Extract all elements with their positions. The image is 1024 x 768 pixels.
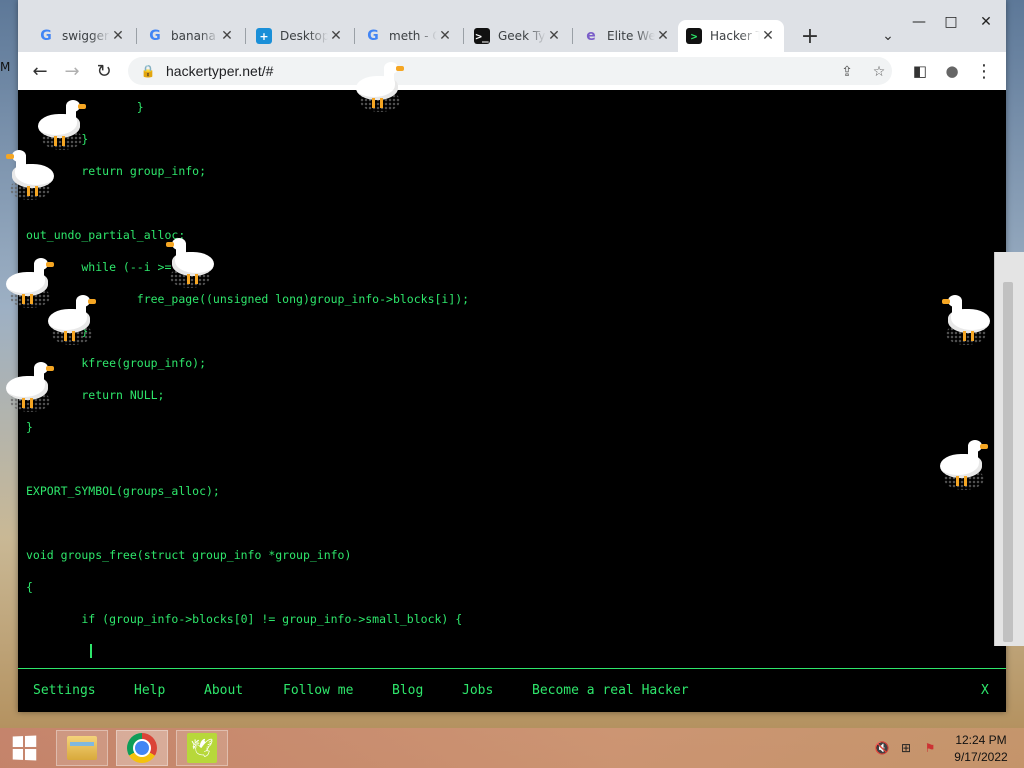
close-footer-button[interactable]: X — [981, 683, 989, 698]
action-center-flag-icon[interactable]: ⚑ — [922, 740, 938, 756]
code-line: { — [26, 580, 33, 594]
chrome-icon — [127, 733, 157, 763]
follow-me-link[interactable]: Follow me — [283, 683, 353, 698]
share-icon[interactable]: ⇪ — [838, 63, 856, 81]
network-icon[interactable]: ⊞ — [898, 740, 914, 756]
reload-button[interactable]: ↻ — [90, 57, 118, 85]
new-tab-button[interactable]: + — [796, 22, 824, 50]
goose-sprite — [934, 440, 994, 490]
close-tab-icon[interactable]: ✕ — [110, 28, 126, 44]
file-explorer-icon — [67, 736, 97, 760]
desktop-goose-icon: 🕊 — [187, 733, 217, 763]
code-line: void groups_free(struct group_info *grou… — [26, 548, 352, 562]
browser-menu-button[interactable]: ⋮ — [970, 57, 998, 85]
goose-sprite — [160, 238, 220, 288]
tab-swiggers[interactable]: G swiggers ✕ — [30, 20, 134, 52]
tab-banana[interactable]: G banana ✕ — [139, 20, 243, 52]
help-link[interactable]: Help — [134, 683, 165, 698]
url-text[interactable]: hackertyper.net/# — [166, 63, 273, 79]
maximize-button[interactable]: □ — [936, 8, 966, 36]
tab-separator — [463, 28, 464, 44]
hacker-terminal-icon: > — [686, 28, 702, 44]
bookmark-star-icon[interactable]: ☆ — [870, 63, 888, 81]
goose-sprite — [0, 362, 60, 412]
goose-sprite — [350, 62, 410, 112]
tab-title: Hacker T — [710, 29, 760, 43]
tab-title: meth - G — [389, 29, 437, 43]
tab-elite[interactable]: e Elite We ✕ — [575, 20, 679, 52]
close-tab-icon[interactable]: ✕ — [437, 28, 453, 44]
windows-logo-icon — [12, 735, 37, 761]
start-button[interactable] — [8, 730, 40, 766]
forward-button[interactable]: → — [58, 57, 86, 85]
tab-separator — [245, 28, 246, 44]
desktop-app-icon: + — [256, 28, 272, 44]
tab-geek-typer[interactable]: >_ Geek Typ ✕ — [466, 20, 570, 52]
jobs-link[interactable]: Jobs — [462, 683, 493, 698]
browser-toolbar: ← → ↻ 🔒 hackertyper.net/# ⇪ ☆ ◧ ● ⋮ — [18, 52, 1006, 90]
goose-sprite — [936, 295, 996, 345]
close-tab-icon[interactable]: ✕ — [219, 28, 235, 44]
background-window-scrollbar[interactable] — [994, 252, 1024, 646]
tab-desktop[interactable]: + Desktop ✕ — [248, 20, 352, 52]
goose-sprite — [32, 100, 92, 150]
settings-link[interactable]: Settings — [33, 683, 96, 698]
side-panel-button[interactable]: ◧ — [906, 57, 934, 85]
back-button[interactable]: ← — [26, 57, 54, 85]
goose-sprite — [42, 295, 102, 345]
code-line: EXPORT_SYMBOL(groups_alloc); — [26, 484, 220, 498]
blog-link[interactable]: Blog — [392, 683, 423, 698]
tab-title: swiggers — [62, 29, 110, 43]
taskbar-file-explorer[interactable] — [56, 730, 108, 766]
terminal-icon: >_ — [474, 28, 490, 44]
hacker-typer-page[interactable]: } } return group_info; out_undo_partial_a… — [18, 90, 1006, 712]
profile-avatar[interactable]: ● — [938, 57, 966, 85]
tab-meth[interactable]: G meth - G ✕ — [357, 20, 461, 52]
code-line: if (group_info->blocks[0] != group_info-… — [26, 612, 463, 626]
about-link[interactable]: About — [204, 683, 243, 698]
taskbar-chrome[interactable] — [116, 730, 168, 766]
minimize-button[interactable]: — — [904, 8, 934, 36]
scrollbar-thumb[interactable] — [1003, 282, 1013, 642]
tab-separator — [136, 28, 137, 44]
taskbar-clock[interactable]: 12:24 PM 9/17/2022 — [944, 732, 1018, 766]
close-tab-icon[interactable]: ✕ — [546, 28, 562, 44]
text-cursor — [90, 644, 92, 658]
lock-icon[interactable]: 🔒 — [140, 64, 156, 78]
tab-strip: G swiggers ✕ G banana ✕ + Desktop ✕ G me… — [18, 0, 1006, 52]
close-window-button[interactable]: ✕ — [968, 8, 1004, 36]
tab-title: banana — [171, 29, 216, 43]
tab-search-button[interactable]: ⌄ — [874, 22, 902, 50]
tab-hacker-typer[interactable]: > Hacker T ✕ — [678, 20, 784, 52]
tab-separator — [572, 28, 573, 44]
tab-separator — [354, 28, 355, 44]
google-icon: G — [367, 28, 379, 44]
clock-date: 9/17/2022 — [954, 750, 1008, 764]
desktop-edge-text: M — [0, 60, 11, 74]
volume-muted-icon[interactable]: 🔇 — [874, 740, 890, 756]
page-footer: Settings Help About Follow me Blog Jobs … — [18, 668, 1006, 712]
become-hacker-link[interactable]: Become a real Hacker — [532, 683, 689, 698]
elite-icon: e — [586, 28, 596, 44]
close-tab-icon[interactable]: ✕ — [760, 28, 776, 44]
windows-taskbar: 🕊 — [0, 728, 1024, 768]
close-tab-icon[interactable]: ✕ — [328, 28, 344, 44]
google-icon: G — [149, 28, 161, 44]
taskbar-desktop-goose[interactable]: 🕊 — [176, 730, 228, 766]
tab-title: Elite We — [607, 29, 655, 43]
code-line: } — [26, 420, 33, 434]
clock-time: 12:24 PM — [955, 733, 1007, 747]
address-bar[interactable]: 🔒 hackertyper.net/# ⇪ ☆ — [128, 57, 892, 85]
goose-sprite — [0, 150, 60, 200]
code-output[interactable]: } } return group_info; out_undo_partial_a… — [26, 90, 996, 668]
tab-title: Desktop — [280, 29, 328, 43]
tab-title: Geek Typ — [498, 29, 546, 43]
browser-window: G swiggers ✕ G banana ✕ + Desktop ✕ G me… — [18, 0, 1006, 712]
google-icon: G — [40, 28, 52, 44]
close-tab-icon[interactable]: ✕ — [655, 28, 671, 44]
